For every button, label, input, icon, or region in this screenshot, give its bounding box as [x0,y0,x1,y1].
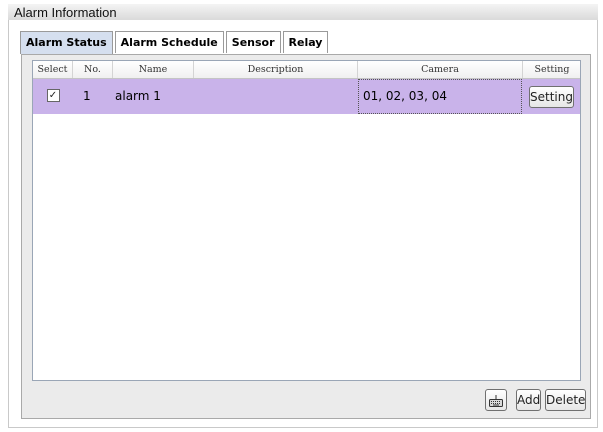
column-header-setting[interactable]: Setting [523,61,580,78]
number-cell: 1 [83,89,91,103]
camera-cell[interactable]: 01, 02, 03, 04 [358,79,522,114]
tab-relay[interactable]: Relay [282,31,329,53]
setting-cell: Setting [523,79,580,114]
setting-button[interactable]: Setting [529,86,574,108]
keyboard-icon [489,393,503,414]
add-button[interactable]: Add [516,389,541,411]
tab-content: Select No. Name Description Camera Setti… [21,54,591,419]
tab-alarm-status[interactable]: Alarm Status [20,31,113,54]
description-cell[interactable] [194,79,357,114]
column-header-name[interactable]: Name [113,61,194,78]
delete-button[interactable]: Delete [545,389,586,411]
select-cell: ✓ [33,79,73,114]
section-title: Alarm Information [14,5,117,20]
column-header-description[interactable]: Description [194,61,358,78]
column-header-select[interactable]: Select [33,61,73,78]
select-checkbox[interactable]: ✓ [46,89,60,102]
alarm-table: Select No. Name Description Camera Setti… [32,60,581,381]
table-row[interactable]: ✓ 1 alarm 1 01, 02, 03, 04 Setting [33,79,580,114]
tab-alarm-schedule[interactable]: Alarm Schedule [114,31,224,53]
tab-sensor[interactable]: Sensor [225,31,281,53]
column-header-no[interactable]: No. [73,61,113,78]
column-header-camera[interactable]: Camera [358,61,523,78]
section-header: Alarm Information [8,4,598,21]
name-cell[interactable]: alarm 1 [113,79,194,114]
tab-bar: Alarm Status Alarm Schedule Sensor Relay [20,31,330,54]
keyboard-button[interactable] [485,389,507,411]
table-header: Select No. Name Description Camera Setti… [33,61,580,79]
